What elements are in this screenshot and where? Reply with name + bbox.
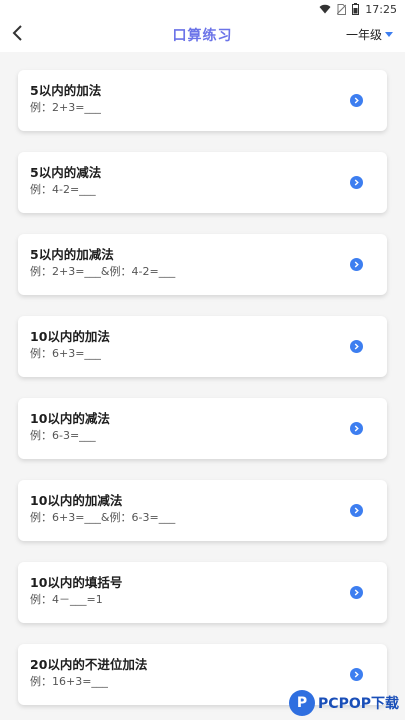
grade-dropdown[interactable]: 一年级 [346,26,393,43]
exercise-card[interactable]: 5以内的加法 例：2+3=___ [18,70,387,131]
exercise-title: 10以内的减法 [30,411,110,426]
exercise-title: 10以内的加减法 [30,493,123,508]
exercise-title: 10以内的加法 [30,329,110,344]
chevron-right-icon[interactable] [350,94,363,107]
page-title: 口算练习 [172,28,233,44]
exercise-card[interactable]: 10以内的加减法 例：6+3=___&例：6-3=___ [18,480,387,541]
chevron-right-icon[interactable] [350,668,363,681]
exercise-title: 5以内的加法 [30,83,102,98]
exercise-example: 例：4－___=1 [30,593,103,606]
watermark: P PCPOP下载 [289,690,399,716]
exercise-list: 5以内的加法 例：2+3=___ 5以内的减法 例：4-2=___ 5以内的加减… [0,52,405,705]
exercise-card[interactable]: 10以内的减法 例：6-3=___ [18,398,387,459]
exercise-title: 5以内的减法 [30,165,102,180]
grade-dropdown-label: 一年级 [345,28,382,42]
battery-icon [352,3,360,15]
watermark-logo: P [289,690,316,716]
status-bar: 17:25 [0,0,405,18]
wifi-icon [319,4,331,14]
exercise-example: 例：16+3=___ [30,675,108,688]
status-time: 17:25 [365,2,397,16]
app-bar: 口算练习 一年级 [0,18,405,52]
exercise-title: 5以内的加减法 [30,247,114,262]
exercise-card[interactable]: 5以内的加减法 例：2+3=___&例：4-2=___ [18,234,387,295]
chevron-right-icon[interactable] [350,586,363,599]
exercise-example: 例：4-2=___ [30,183,96,196]
exercise-title: 10以内的填括号 [30,575,123,590]
chevron-right-icon[interactable] [350,422,363,435]
exercise-card[interactable]: 5以内的减法 例：4-2=___ [18,152,387,213]
exercise-example: 例：2+3=___ [30,101,101,114]
chevron-right-icon[interactable] [350,258,363,271]
exercise-card[interactable]: 10以内的填括号 例：4－___=1 [18,562,387,623]
exercise-title: 20以内的不进位加法 [30,657,148,672]
chevron-left-icon [11,24,23,46]
chevron-right-icon[interactable] [350,176,363,189]
watermark-text: PCPOP下载 [318,696,399,712]
exercise-example: 例：6+3=___ [30,347,101,360]
exercise-example: 例：6+3=___&例：6-3=___ [30,511,176,524]
no-sim-icon [337,3,347,15]
chevron-right-icon[interactable] [350,340,363,353]
back-button[interactable] [6,24,28,46]
exercise-card[interactable]: 10以内的加法 例：6+3=___ [18,316,387,377]
caret-down-icon [385,32,393,37]
exercise-example: 例：6-3=___ [30,429,96,442]
chevron-right-icon[interactable] [350,504,363,517]
exercise-example: 例：2+3=___&例：4-2=___ [30,265,176,278]
